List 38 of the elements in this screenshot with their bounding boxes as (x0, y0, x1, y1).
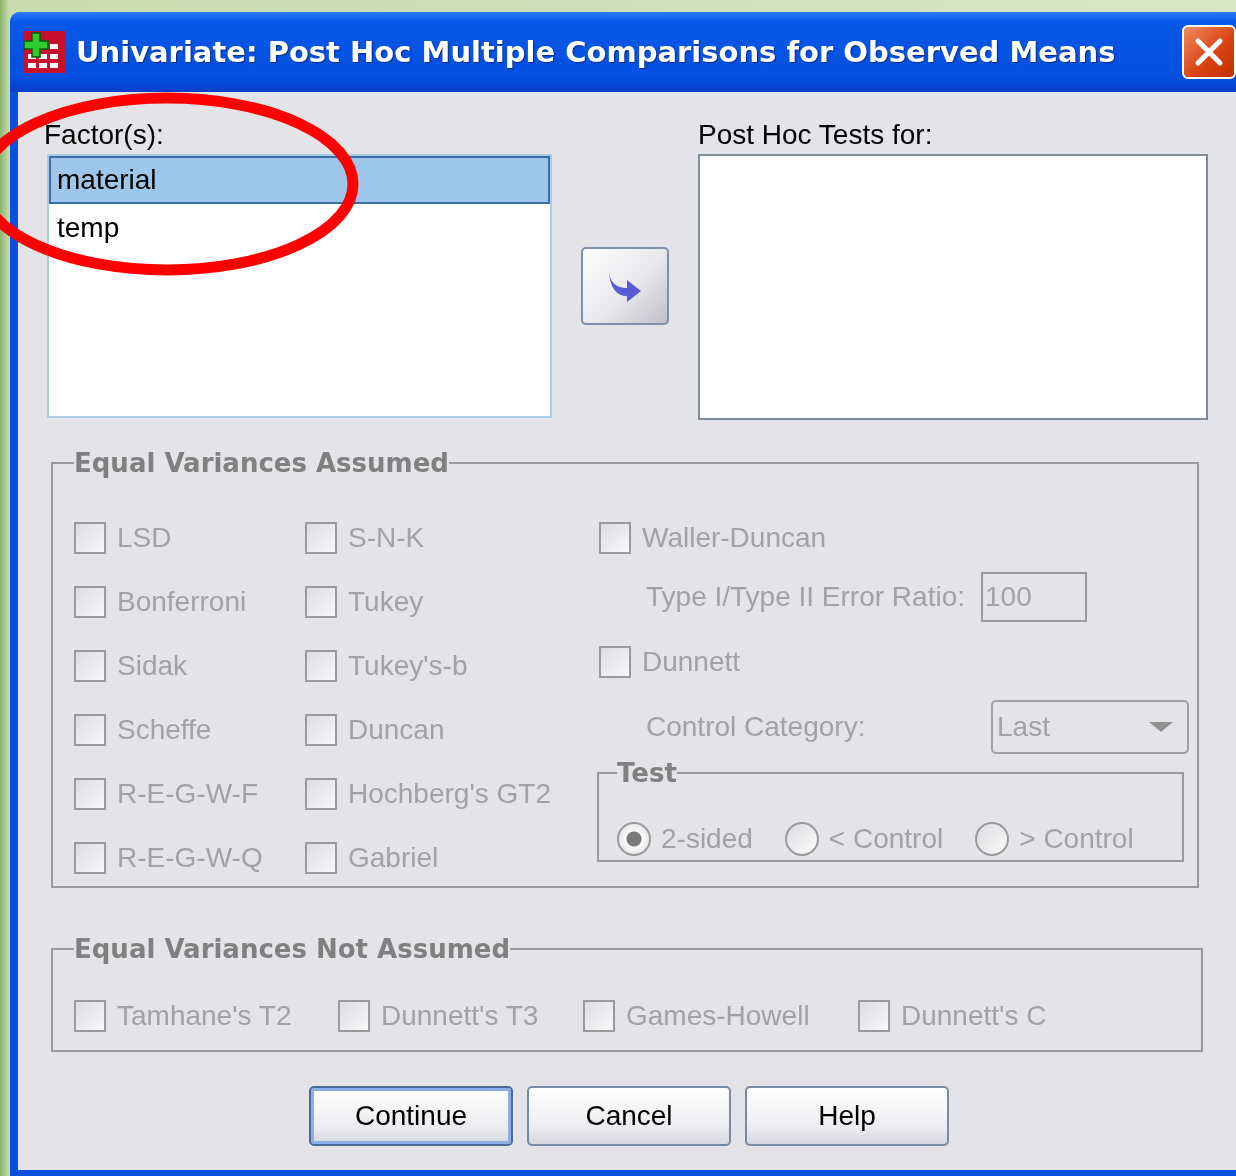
radio-label: < Control (828, 823, 944, 855)
checkbox-label: Dunnett (642, 646, 741, 678)
list-item[interactable]: temp (49, 204, 550, 252)
field-label: Type I/Type II Error Ratio: (646, 581, 965, 613)
checkbox-label: R-E-G-W-Q (117, 842, 263, 874)
checkbox-label: Tukey's-b (348, 650, 468, 682)
checkbox-label: Duncan (348, 714, 445, 746)
group-title: Equal Variances Assumed (74, 448, 449, 478)
move-button[interactable] (581, 247, 669, 325)
checkbox-label: Gabriel (348, 842, 439, 874)
checkbox-label: R-E-G-W-F (117, 778, 258, 810)
checkbox-label: Tamhane's T2 (117, 1000, 292, 1032)
checkbox-label: Sidak (117, 650, 188, 682)
checkbox-label: Hochberg's GT2 (348, 778, 551, 810)
checkbox-label: Dunnett's T3 (381, 1000, 539, 1032)
checkbox-label: Waller-Duncan (642, 522, 827, 554)
list-label: Factor(s): (44, 120, 165, 150)
app-icon (22, 30, 66, 74)
checkbox-label: LSD (117, 522, 172, 554)
window-title: Univariate: Post Hoc Multiple Comparisons for Observed Means (76, 34, 1116, 71)
group-title: Equal Variances Not Assumed (74, 934, 511, 964)
radio-label: > Control (1019, 823, 1134, 855)
dialog-button[interactable]: Help (745, 1086, 949, 1146)
checkbox-label: Games-Howell (626, 1000, 810, 1032)
list-item[interactable]: material (49, 156, 550, 204)
field-label: Control Category: (646, 711, 867, 743)
close-button[interactable] (1182, 25, 1236, 79)
checkbox-label: Bonferroni (117, 586, 247, 618)
list-label: Post Hoc Tests for: (698, 120, 934, 150)
radio-label: 2-sided (661, 823, 753, 855)
dialog-button[interactable]: Continue (309, 1086, 513, 1146)
group-title: Test (617, 758, 677, 788)
checkbox-label: Dunnett's C (901, 1000, 1047, 1032)
caret-icon (1149, 722, 1173, 732)
checkbox-label: S-N-K (348, 522, 425, 554)
checkbox-label: Tukey (348, 586, 424, 618)
dialog-button[interactable]: Cancel (527, 1086, 731, 1146)
checkbox-label: Scheffe (117, 714, 212, 746)
